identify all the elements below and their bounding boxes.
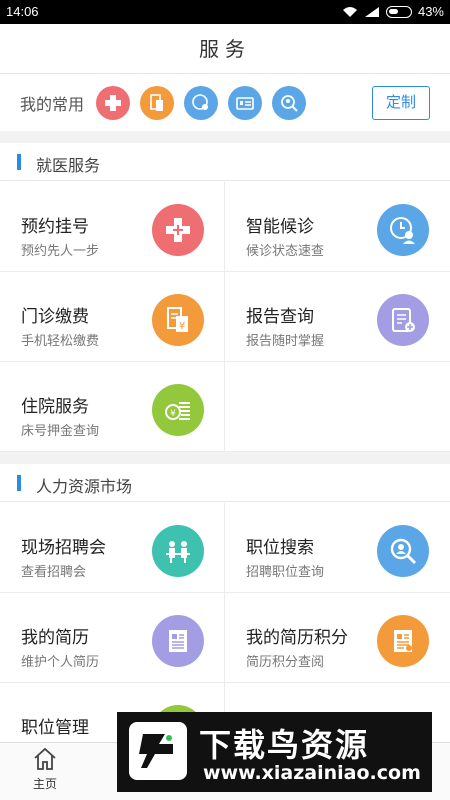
empty-cell: [225, 362, 450, 452]
bird-logo-icon: [129, 722, 187, 780]
watermark-title: 下载鸟资源: [199, 726, 370, 764]
service-title: 预约挂号: [21, 217, 89, 237]
svg-text:¥: ¥: [179, 321, 185, 332]
nav-home[interactable]: 主页: [22, 747, 68, 792]
status-bar: 14:06 43%: [0, 0, 450, 24]
receipt-icon: ¥: [152, 294, 204, 346]
service-subtitle: 候诊状态速查: [246, 244, 325, 259]
page-title: 服务: [0, 24, 450, 74]
watermark-url: www.xiazainiao.com: [203, 762, 421, 784]
section-accent-bar: [17, 154, 21, 170]
money-icon: ¥: [152, 384, 204, 436]
service-resume-points[interactable]: 我的简历积分 简历积分查阅: [225, 593, 450, 683]
service-title: 报告查询: [246, 307, 314, 327]
service-subtitle: 手机轻松缴费: [21, 334, 100, 349]
watermark-banner: 下载鸟资源 www.xiazainiao.com: [117, 712, 432, 792]
svg-text:¥: ¥: [170, 409, 176, 419]
service-title: 职位搜索: [246, 538, 314, 558]
meeting-icon: [152, 525, 204, 577]
home-icon: [34, 747, 56, 770]
frequent-clock-user-icon[interactable]: [184, 86, 219, 120]
service-subtitle: 简历积分查阅: [246, 655, 325, 670]
service-title: 住院服务: [21, 397, 89, 417]
section-title: 人力资源市场: [36, 477, 133, 496]
frequent-search-person-icon[interactable]: [272, 86, 307, 120]
clock-user-icon: [377, 204, 429, 256]
service-title: 我的简历积分: [246, 628, 348, 648]
service-title: 职位管理: [21, 718, 89, 738]
service-subtitle: 维护个人简历: [21, 655, 100, 670]
resume-points-icon: [377, 615, 429, 667]
service-job-search[interactable]: 职位搜索 招聘职位查询: [225, 503, 450, 593]
service-inpatient[interactable]: 住院服务 床号押金查询 ¥: [0, 362, 225, 452]
section-header-medical: 就医服务: [0, 143, 450, 181]
resume-icon: [152, 615, 204, 667]
frequent-cross-icon[interactable]: [96, 86, 131, 120]
service-subtitle: 查看招聘会: [21, 565, 87, 580]
service-title: 现场招聘会: [21, 538, 106, 558]
service-title: 我的简历: [21, 628, 89, 648]
service-title: 门诊缴费: [21, 307, 89, 327]
section-gap: [0, 452, 450, 464]
frequent-card-icon[interactable]: [228, 86, 263, 120]
frequent-label: 我的常用: [20, 95, 85, 114]
search-person-icon: [377, 525, 429, 577]
wifi-icon: [342, 6, 357, 17]
service-appointment[interactable]: 预约挂号 预约先人一步: [0, 182, 225, 272]
report-icon: [377, 294, 429, 346]
service-report-query[interactable]: 报告查询 报告随时掌握: [225, 272, 450, 362]
signal-icon: [364, 6, 379, 17]
section-gap: [0, 131, 450, 143]
customize-button[interactable]: 定制: [372, 86, 430, 120]
service-outpatient-payment[interactable]: 门诊缴费 手机轻松缴费 ¥: [0, 272, 225, 362]
status-time: 14:06: [6, 4, 39, 19]
service-subtitle: 报告随时掌握: [246, 334, 325, 349]
service-job-fair[interactable]: 现场招聘会 查看招聘会: [0, 503, 225, 593]
cross-icon: [152, 204, 204, 256]
service-my-resume[interactable]: 我的简历 维护个人简历: [0, 593, 225, 683]
service-subtitle: 床号押金查询: [21, 424, 100, 439]
battery-percent: 43%: [417, 4, 444, 19]
section-header-hr: 人力资源市场: [0, 464, 450, 502]
section-title: 就医服务: [36, 156, 101, 175]
service-smart-waiting[interactable]: 智能候诊 候诊状态速查: [225, 182, 450, 272]
frequent-receipt-icon[interactable]: [140, 86, 175, 120]
section-accent-bar: [17, 475, 21, 491]
service-subtitle: 招聘职位查询: [246, 565, 325, 580]
service-title: 智能候诊: [246, 217, 314, 237]
battery-icon: [385, 5, 412, 18]
nav-home-label: 主页: [32, 777, 57, 791]
service-subtitle: 预约先人一步: [21, 244, 100, 259]
frequent-bar: 我的常用 定制: [0, 75, 450, 131]
